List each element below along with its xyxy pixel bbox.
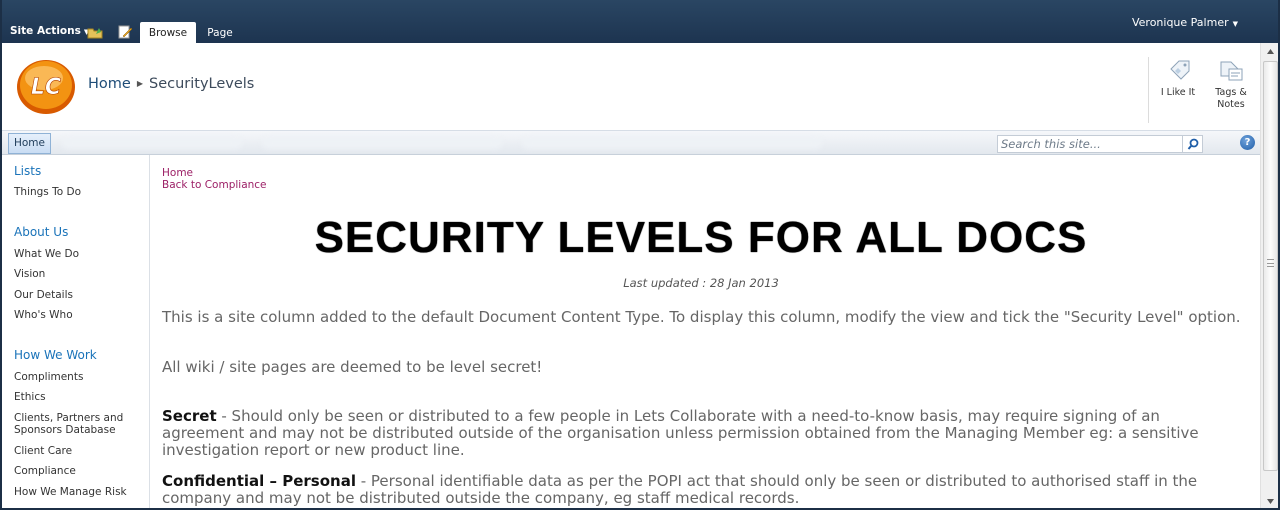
scrollbar-thumb[interactable] [1263, 61, 1278, 471]
content-home-link[interactable]: Home [162, 167, 193, 179]
search-icon [1187, 138, 1199, 150]
search-button[interactable] [1183, 135, 1203, 153]
breadcrumb-home-link[interactable]: Home [88, 76, 131, 92]
sidebar-heading-lists[interactable]: Lists [14, 164, 41, 178]
intro-paragraph: This is a site column added to the defau… [162, 308, 1241, 326]
title-area: LC Home ▶ SecurityLevels I Like It Tags … [2, 43, 1260, 130]
sidebar-item-compliance[interactable]: Compliance [14, 465, 144, 477]
site-logo[interactable]: LC [15, 57, 77, 115]
sidebar-item-whos-who[interactable]: Who's Who [14, 309, 144, 321]
back-to-compliance-link[interactable]: Back to Compliance [162, 179, 267, 191]
vertical-scrollbar[interactable] [1260, 43, 1280, 510]
navigate-up-icon[interactable] [87, 24, 103, 40]
user-name: Veronique Palmer [1131, 16, 1229, 29]
sidebar-item-ethics[interactable]: Ethics [14, 391, 144, 403]
sidebar-item-vision[interactable]: Vision [14, 268, 144, 280]
like-label: I Like It [1160, 87, 1196, 98]
sidebar-heading-about-us[interactable]: About Us [14, 225, 68, 239]
sidebar-item-client-care[interactable]: Client Care [14, 445, 144, 457]
logo-text: LC [31, 75, 61, 100]
last-updated-text: Last updated : 28 Jan 2013 [623, 276, 779, 290]
chevron-down-icon: ▼ [1232, 20, 1238, 28]
topnav-blurred-links [262, 137, 502, 149]
browser-page: Site Actions ▼ Browse Page Veronique Palm… [0, 0, 1280, 510]
edit-page-icon[interactable] [117, 24, 133, 40]
sidebar-item-compliments[interactable]: Compliments [14, 371, 144, 383]
sidebar-item-clients-database[interactable]: Clients, Partners and Sponsors Database [14, 412, 134, 436]
user-menu[interactable]: Veronique Palmer ▼ [1132, 16, 1238, 29]
breadcrumb-separator-icon: ▶ [136, 79, 143, 88]
confidential-level-paragraph: Confidential – Personal - Personal ident… [162, 473, 1242, 507]
level-description: - Should only be seen or distributed to … [162, 407, 1199, 459]
sidebar-item-our-details[interactable]: Our Details [14, 289, 144, 301]
main-content: Home Back to Compliance SECURITY LEVELS … [151, 155, 1260, 508]
breadcrumb: Home ▶ SecurityLevels [88, 76, 254, 92]
tags-label-line2: Notes [1217, 99, 1245, 110]
thumbs-up-tag-icon [1170, 60, 1190, 80]
tab-page[interactable]: Page [200, 22, 240, 43]
grip-icon [1267, 259, 1274, 267]
social-buttons: I Like It Tags & Notes [1148, 57, 1260, 123]
tab-browse[interactable]: Browse [140, 22, 196, 43]
tags-label-line1: Tags & [1215, 87, 1247, 98]
quick-launch-sidebar: Lists Things To Do About Us What We Do V… [2, 155, 150, 508]
topnav-blurred-links [522, 137, 822, 149]
topnav-blurred-links [62, 137, 242, 149]
i-like-it-button[interactable]: I Like It [1152, 59, 1204, 99]
tags-notes-button[interactable]: Tags & Notes [1205, 59, 1257, 111]
secret-level-paragraph: Secret - Should only be seen or distribu… [162, 408, 1242, 459]
ribbon-bar: Site Actions ▼ Browse Page Veronique Palm… [2, 0, 1278, 43]
wiki-note-paragraph: All wiki / site pages are deemed to be l… [162, 358, 543, 376]
scroll-down-arrow-icon[interactable] [1261, 493, 1280, 510]
site-actions-menu[interactable]: Site Actions ▼ [10, 25, 89, 37]
topnav-home-tab[interactable]: Home [8, 133, 51, 154]
help-icon[interactable]: ? [1240, 135, 1255, 150]
sidebar-item-what-we-do[interactable]: What We Do [14, 248, 144, 260]
breadcrumb-current: SecurityLevels [148, 76, 255, 92]
sidebar-item-how-we-manage-risk[interactable]: How We Manage Risk [14, 486, 144, 498]
search-input[interactable]: Search this site... [997, 135, 1183, 153]
sidebar-item-things-to-do[interactable]: Things To Do [14, 186, 144, 198]
site-actions-label: Site Actions [10, 25, 81, 37]
page-title: SECURITY LEVELS FOR ALL DOCS [314, 213, 1088, 262]
level-name: Secret [162, 407, 217, 425]
sidebar-heading-how-we-work[interactable]: How We Work [14, 348, 97, 362]
top-navigation: Home Search this site... ? [2, 130, 1260, 155]
scroll-up-arrow-icon[interactable] [1261, 43, 1280, 60]
tags-notes-icon [1220, 61, 1243, 81]
level-name: Confidential – Personal [162, 472, 356, 490]
